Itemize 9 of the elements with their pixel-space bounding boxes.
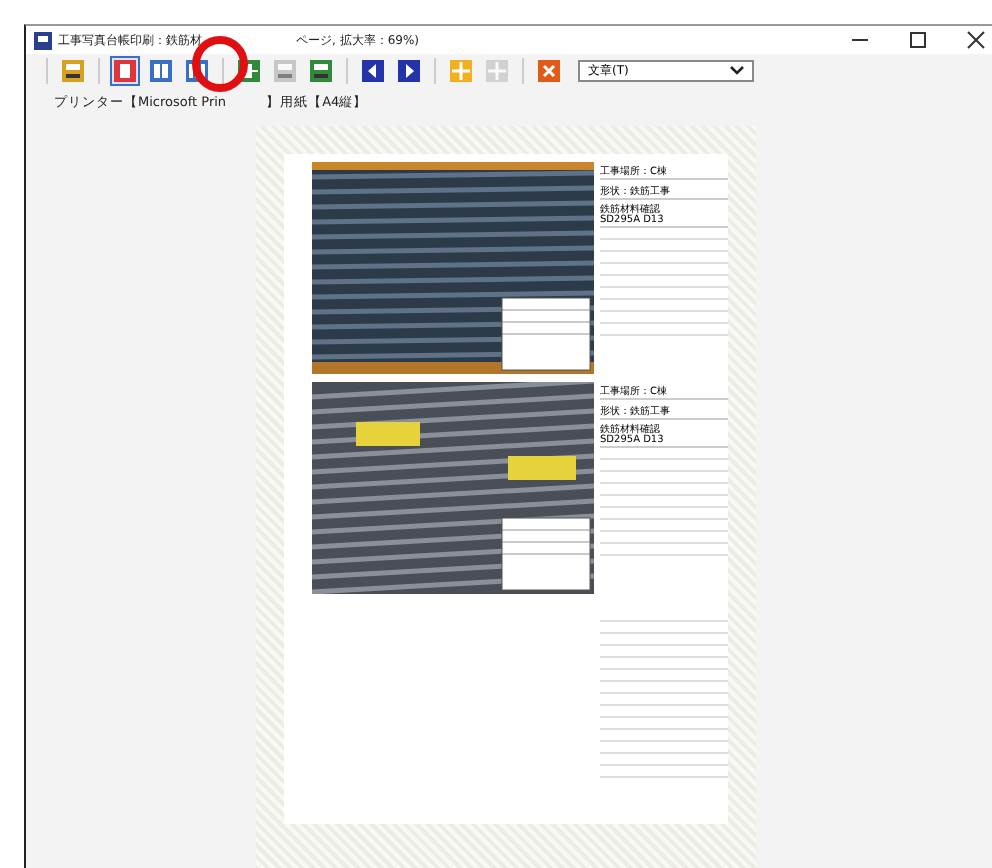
maximize-icon[interactable] xyxy=(908,30,928,50)
toolbar-button[interactable] xyxy=(58,56,88,86)
toolbar-button[interactable] xyxy=(306,56,336,86)
highlight-circle xyxy=(192,36,248,92)
toolbar-button[interactable] xyxy=(358,56,388,86)
toolbar-button[interactable] xyxy=(394,56,424,86)
chevron-icon xyxy=(730,66,744,76)
app-icon xyxy=(34,31,52,49)
close-icon[interactable] xyxy=(966,30,986,50)
